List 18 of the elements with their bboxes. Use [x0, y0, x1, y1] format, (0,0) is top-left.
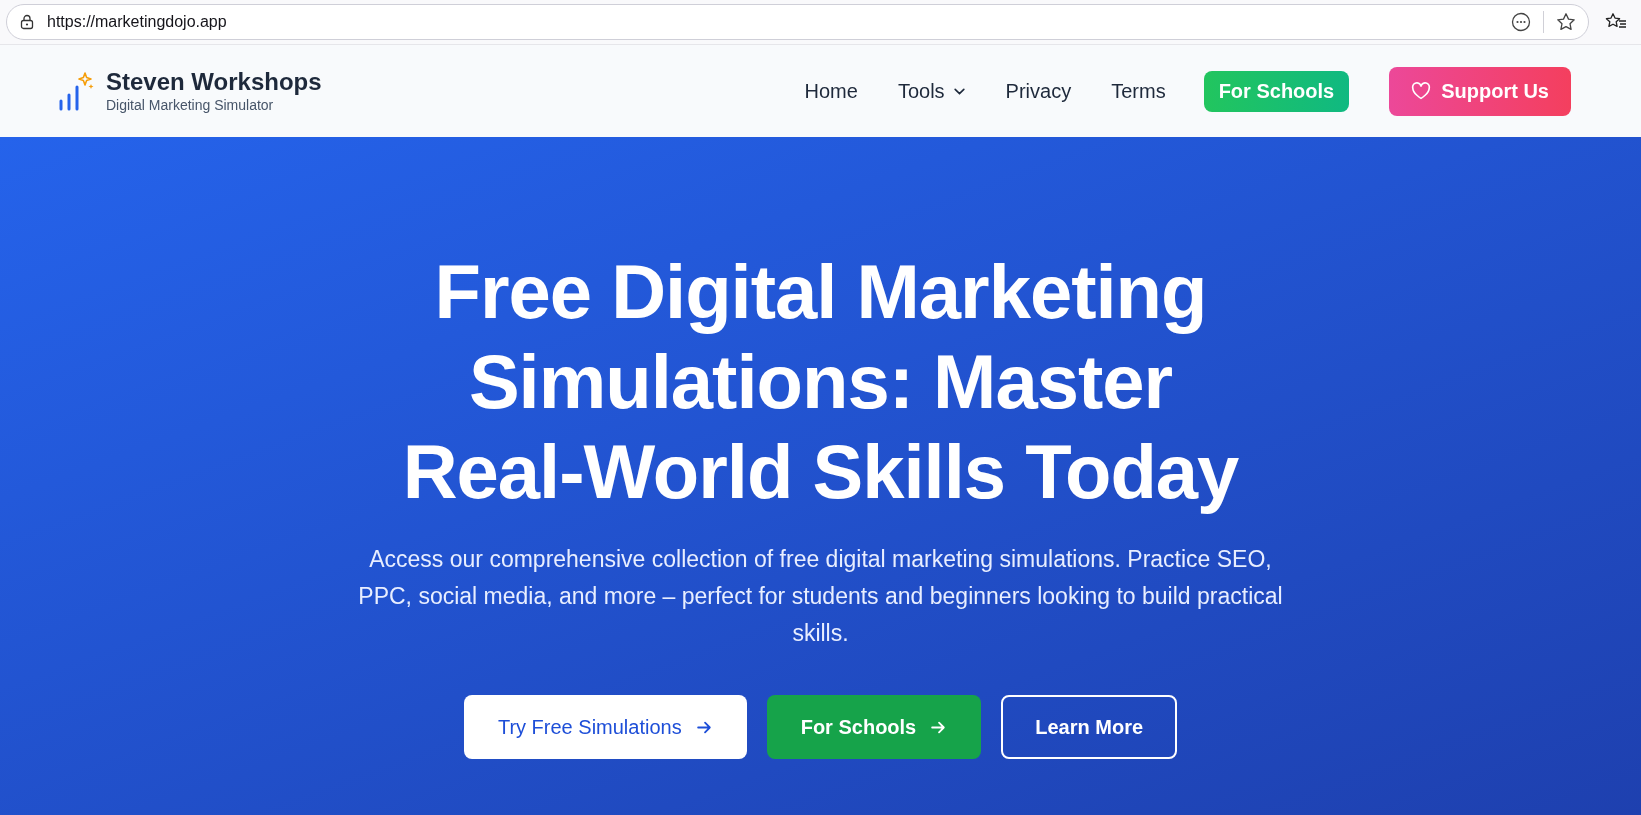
try-simulations-button[interactable]: Try Free Simulations	[463, 695, 747, 759]
support-button[interactable]: Support Us	[1389, 66, 1571, 116]
learn-more-button[interactable]: Learn More	[1001, 695, 1178, 759]
nav-link[interactable]: Terms	[1091, 79, 1186, 103]
nav-link[interactable]: Home	[784, 79, 878, 103]
more-icon[interactable]	[1511, 12, 1531, 32]
logo-icon	[58, 71, 94, 111]
hero-title: Free Digital Marketing Simulations: Master Real-World Skills Today	[401, 248, 1240, 516]
address-bar[interactable]: https://marketingdojo.app	[6, 4, 1589, 40]
nav-dropdown[interactable]: Tools	[877, 79, 986, 103]
lock-icon	[19, 14, 35, 30]
nav-link[interactable]: Privacy	[985, 79, 1092, 103]
hero-subtitle: Access our comprehensive collection of free digital marketing simulations. Practice SEO, PPC, social media, and more – perfect for students and beginners looking to build practical skills.	[357, 545, 1284, 648]
heart-icon	[1411, 82, 1432, 100]
url-text: https://marketingdojo.app	[47, 13, 228, 31]
brand-subtitle: Digital Marketing Simulator	[106, 96, 275, 114]
star-icon[interactable]	[1556, 12, 1576, 32]
brand-title: Steven Workshops	[106, 68, 322, 96]
